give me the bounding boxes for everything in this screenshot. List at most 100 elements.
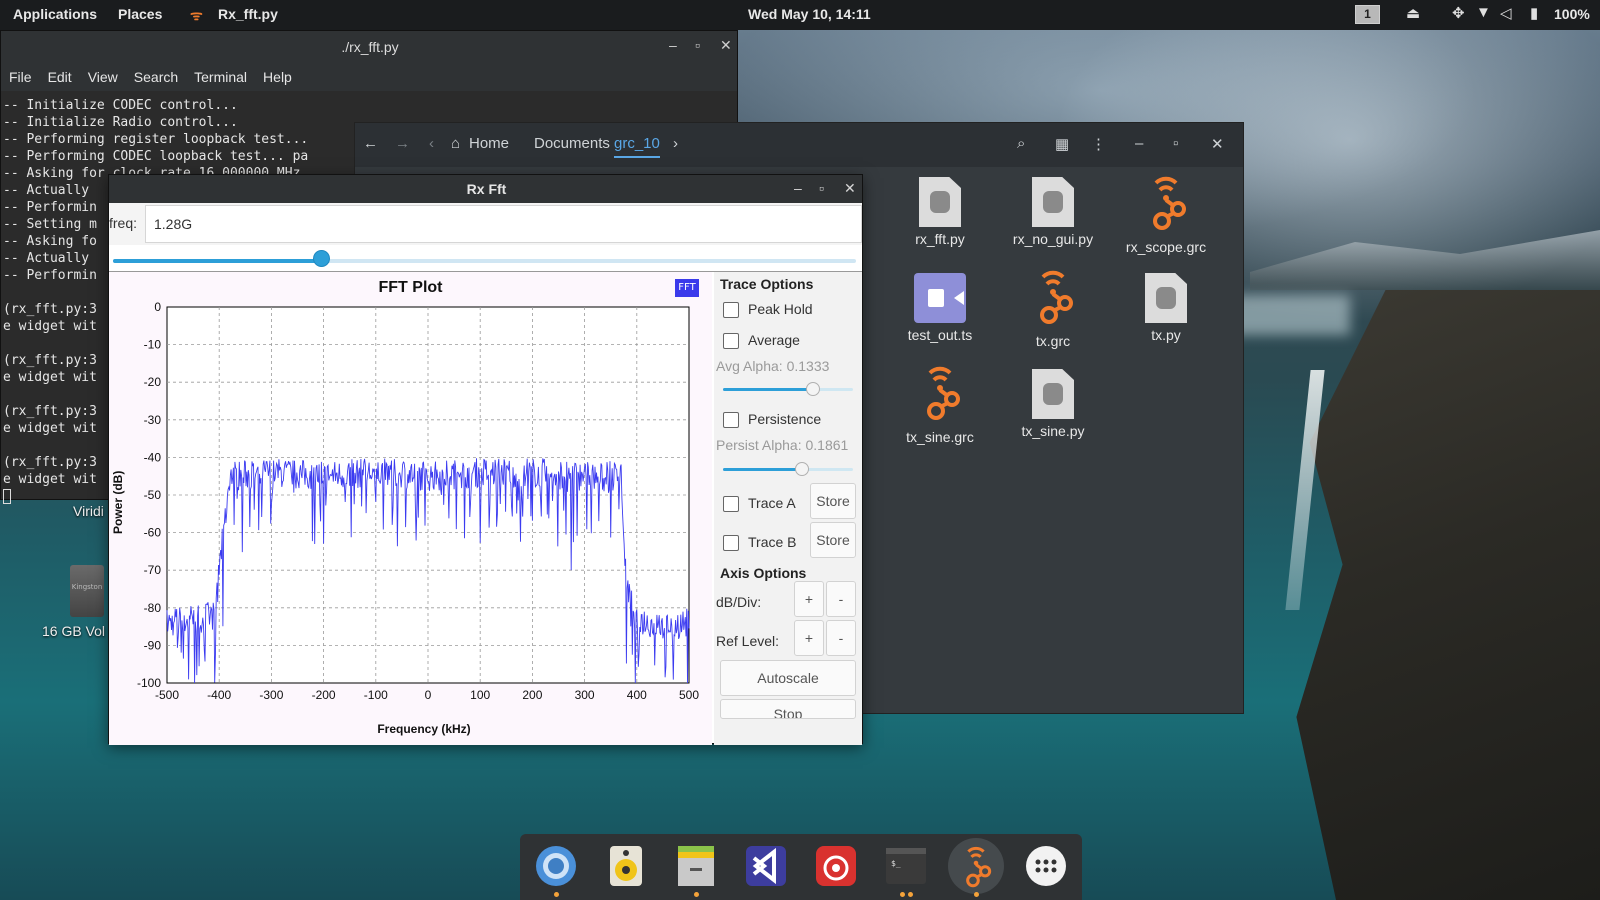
- x-axis-label: Frequency (kHz): [377, 722, 471, 736]
- file-name: tx_sine.py: [1021, 423, 1085, 439]
- avg-alpha-label: Avg Alpha: 0.1333: [716, 358, 830, 374]
- minimize-icon[interactable]: –: [669, 37, 677, 53]
- crumb-right-icon[interactable]: ›: [673, 135, 678, 152]
- menu-file[interactable]: File: [1, 63, 40, 91]
- app-grid-icon[interactable]: [1024, 844, 1068, 888]
- view-grid-icon[interactable]: ▦: [1055, 135, 1069, 153]
- rx-fft-title: Rx Fft: [466, 181, 507, 197]
- file-item[interactable]: rx_scope.grc: [1111, 173, 1221, 255]
- y-tick-label: -60: [144, 526, 162, 540]
- maximize-icon[interactable]: ▫: [1173, 135, 1178, 152]
- ref-level-plus-button[interactable]: +: [794, 620, 824, 656]
- file-item[interactable]: tx_sine.grc: [885, 363, 995, 445]
- persist-alpha-slider[interactable]: [723, 468, 853, 471]
- fft-badge[interactable]: FFT: [675, 279, 699, 297]
- store-trace-a-button[interactable]: Store: [810, 483, 856, 519]
- db-div-label: dB/Div:: [716, 594, 762, 610]
- places-menu[interactable]: Places: [118, 6, 162, 22]
- gnuradio-icon[interactable]: [954, 844, 998, 888]
- file-name: tx.grc: [1035, 333, 1071, 349]
- peak-hold-label: Peak Hold: [748, 301, 813, 317]
- fft-plot[interactable]: -500 -400 -300 -200 -100 0 100 200 300 400 500 0 -10…: [109, 272, 712, 745]
- menu-help[interactable]: Help: [255, 63, 300, 91]
- crumb-documents[interactable]: Documents: [534, 135, 610, 152]
- rx-fft-window[interactable]: Rx Fft – ▫ ✕ freq: -500-400-300-200-1000…: [108, 174, 863, 745]
- avg-alpha-handle[interactable]: [805, 382, 820, 396]
- fft-plot-panel[interactable]: -500 -400 -300 -200 -100 0 100 200 300 400 500 0 -10…: [109, 272, 712, 745]
- running-indicator: [974, 892, 979, 897]
- minimize-icon[interactable]: –: [794, 180, 802, 196]
- file-item[interactable]: tx.grc: [998, 267, 1108, 349]
- x-tick-label: 500: [679, 688, 699, 702]
- workspace-indicator[interactable]: 1: [1355, 5, 1380, 24]
- persist-alpha-handle[interactable]: [795, 462, 810, 476]
- crumb-left-icon[interactable]: ‹: [429, 135, 434, 152]
- file-item[interactable]: rx_no_gui.py: [998, 177, 1108, 247]
- active-app-menu[interactable]: Rx_fft.py: [218, 6, 278, 22]
- applications-menu[interactable]: Applications: [13, 6, 97, 22]
- rhythmbox-icon[interactable]: [604, 844, 648, 888]
- usb-drive-label[interactable]: 16 GB Vol: [42, 623, 105, 639]
- close-icon[interactable]: ✕: [844, 180, 856, 197]
- db-div-plus-button[interactable]: +: [794, 581, 824, 617]
- usb-drive-icon[interactable]: Kingston: [70, 565, 104, 617]
- avg-alpha-slider[interactable]: [723, 388, 853, 391]
- forward-icon[interactable]: →: [395, 135, 410, 152]
- menu-icon[interactable]: ⋮: [1091, 135, 1106, 153]
- freq-slider[interactable]: [113, 259, 856, 263]
- clock[interactable]: Wed May 10, 14:11: [748, 6, 871, 22]
- rx-fft-titlebar[interactable]: Rx Fft – ▫ ✕: [109, 175, 862, 203]
- db-div-minus-button[interactable]: -: [826, 581, 856, 617]
- freq-input[interactable]: [145, 205, 862, 243]
- trace-a-checkbox[interactable]: [723, 496, 739, 512]
- back-icon[interactable]: ←: [363, 135, 378, 152]
- file-name: rx_scope.grc: [1125, 239, 1207, 255]
- x-tick-label: 200: [522, 688, 542, 702]
- persistence-checkbox[interactable]: [723, 412, 739, 428]
- trace-b-checkbox[interactable]: [723, 535, 739, 551]
- battery-icon[interactable]: ▮: [1530, 4, 1538, 22]
- volume-icon[interactable]: ◁: [1500, 4, 1512, 22]
- autoscale-button[interactable]: Autoscale: [720, 660, 856, 696]
- running-indicator: [908, 892, 913, 897]
- chromium-icon[interactable]: [534, 844, 578, 888]
- minimize-icon[interactable]: –: [1135, 135, 1143, 152]
- crumb-home[interactable]: Home: [469, 135, 509, 152]
- ref-level-minus-button[interactable]: -: [826, 620, 856, 656]
- file-item[interactable]: rx_fft.py: [885, 177, 995, 247]
- file-item[interactable]: tx_sine.py: [998, 369, 1108, 439]
- vscode-icon[interactable]: [744, 844, 788, 888]
- grc-file-icon: [1153, 176, 1186, 230]
- search-icon[interactable]: ⌕: [1017, 135, 1025, 152]
- menu-edit[interactable]: Edit: [40, 63, 80, 91]
- location-icon[interactable]: ✥: [1452, 4, 1465, 22]
- menu-view[interactable]: View: [80, 63, 126, 91]
- freq-slider-handle[interactable]: [312, 250, 330, 267]
- menu-terminal[interactable]: Terminal: [186, 63, 255, 91]
- file-manager-headerbar: ← → ‹ ⌂ Home Documents grc_10 › ⌕ ▦ ⋮ – …: [355, 123, 1243, 167]
- files-icon[interactable]: [674, 844, 718, 888]
- netease-music-icon[interactable]: [814, 844, 858, 888]
- wifi-icon[interactable]: ▼: [1476, 4, 1491, 21]
- y-tick-label: -100: [137, 676, 161, 690]
- maximize-icon[interactable]: ▫: [819, 180, 824, 196]
- peak-hold-checkbox[interactable]: [723, 302, 739, 318]
- file-item[interactable]: tx.py: [1111, 273, 1221, 343]
- trace-a-label: Trace A: [748, 495, 796, 511]
- python-file-icon: [1032, 177, 1074, 227]
- terminal-icon[interactable]: $_: [884, 844, 928, 888]
- file-item[interactable]: test_out.ts: [885, 273, 995, 343]
- battery-level: 100%: [1554, 6, 1590, 22]
- video-file-icon: [914, 273, 966, 323]
- menu-search[interactable]: Search: [126, 63, 186, 91]
- desktop-folder-label[interactable]: Viridi: [73, 503, 104, 519]
- crumb-current[interactable]: grc_10: [614, 135, 660, 158]
- maximize-icon[interactable]: ▫: [695, 37, 700, 53]
- average-checkbox[interactable]: [723, 333, 739, 349]
- close-icon[interactable]: ✕: [1211, 135, 1224, 153]
- eject-icon[interactable]: ⏏: [1406, 4, 1420, 22]
- close-icon[interactable]: ✕: [720, 37, 732, 54]
- store-trace-b-button[interactable]: Store: [810, 522, 856, 558]
- terminal-titlebar[interactable]: ./rx_fft.py – ▫ ✕: [1, 31, 737, 63]
- stop-button[interactable]: Stop: [720, 699, 856, 719]
